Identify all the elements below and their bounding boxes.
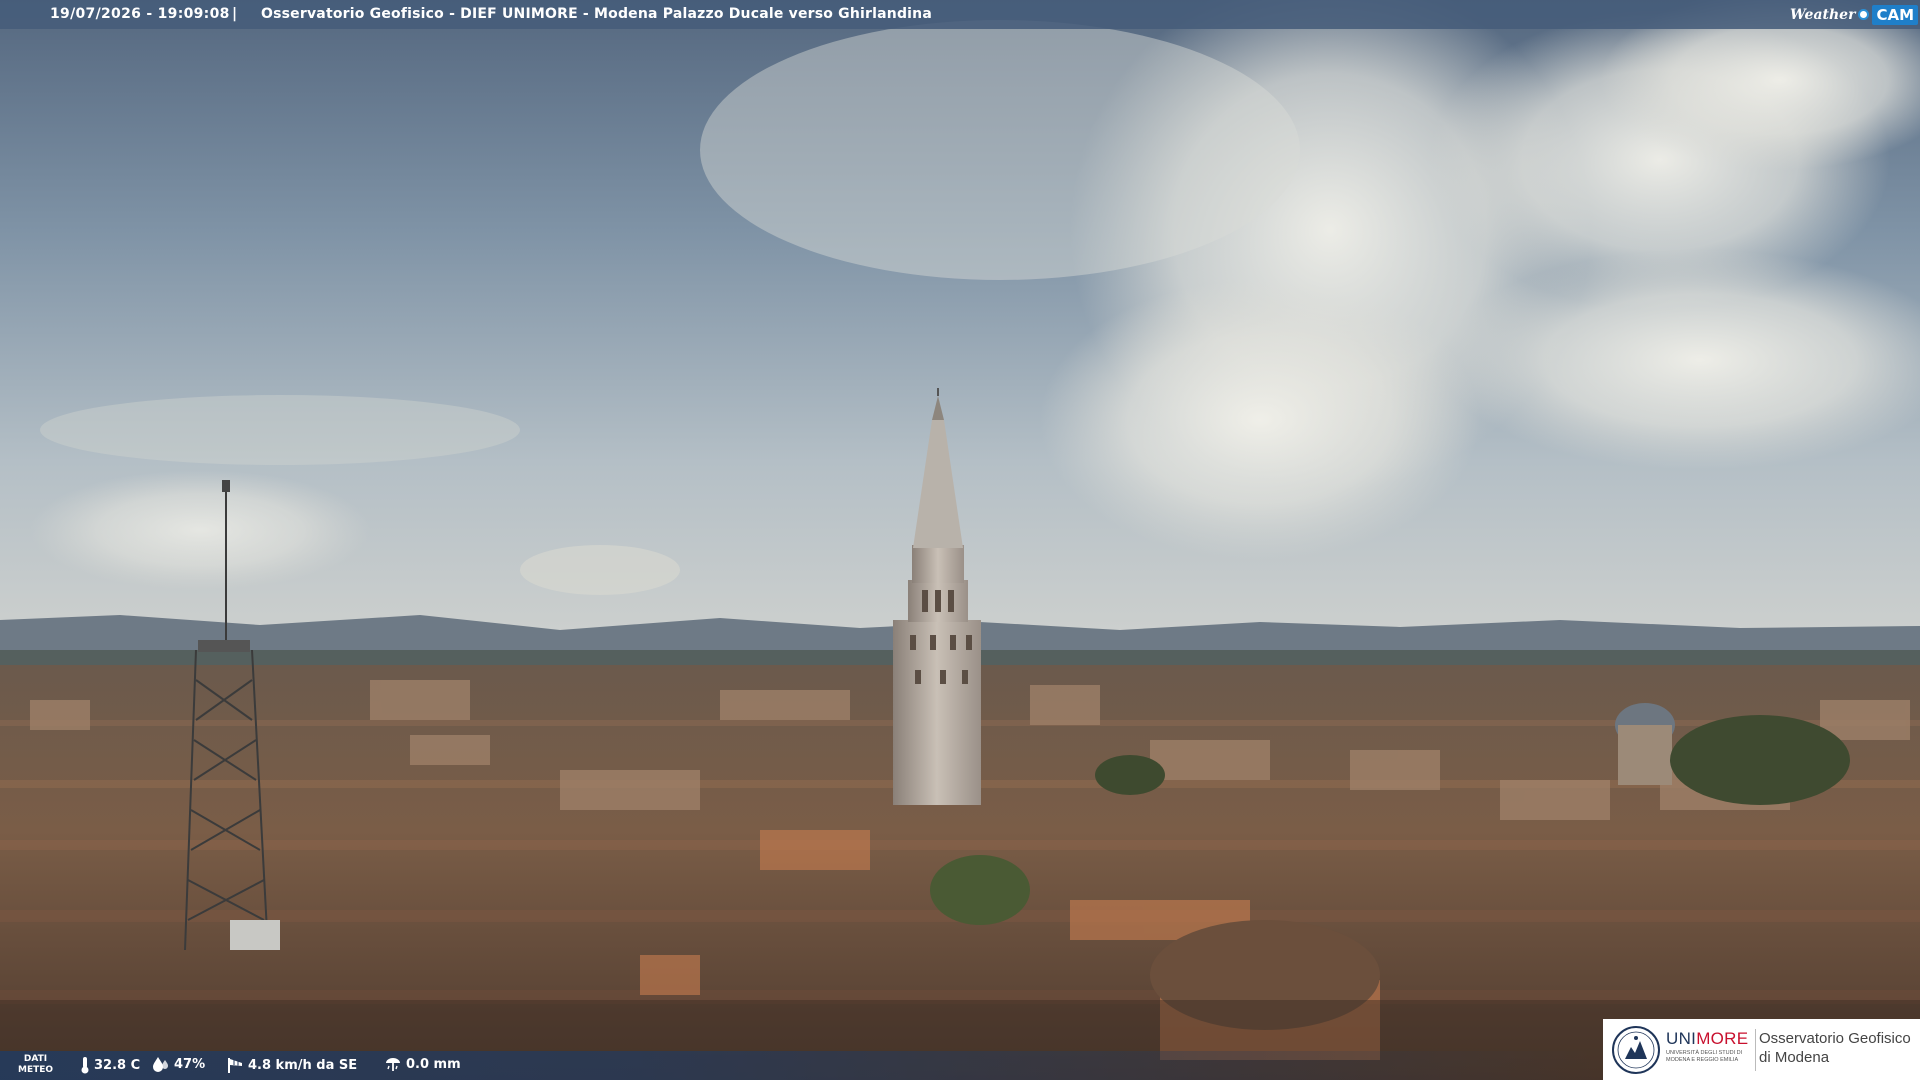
observatory-name: Osservatorio Geofisico di Modena (1759, 1029, 1911, 1067)
humidity-value: 47% (174, 1056, 206, 1072)
unimore-uni: UNI (1666, 1029, 1697, 1048)
unimore-subtitle: UNIVERSITÀ DEGLI STUDI DI MODENA E REGGI… (1666, 1050, 1742, 1064)
rain-value: 0.0 mm (406, 1056, 461, 1072)
thermometer-icon (81, 1057, 89, 1074)
temperature-reading: 32.8 C (80, 1056, 140, 1074)
wind-value: 4.8 km/h da SE (248, 1057, 358, 1073)
observatory-name-line2: di Modena (1759, 1049, 1830, 1066)
city-skyline-view (0, 0, 1920, 1080)
unimore-subtitle-line1: UNIVERSITÀ DEGLI STUDI DI (1666, 1050, 1743, 1056)
university-seal-icon (1612, 1026, 1660, 1074)
unimore-logo: UNIMORE UNIVERSITÀ DEGLI STUDI DI MODENA… (1603, 1019, 1920, 1080)
humidity-reading: 47% (152, 1056, 205, 1072)
weather-data-bar: DATI METEO 32.8 C 47% 4.8 km/h da SE 0.0… (0, 1051, 1600, 1080)
rain-gauge-icon (386, 1058, 400, 1071)
weather-data-label-line2: METEO (18, 1065, 54, 1075)
timestamp: 19/07/2026 - 19:09:08 (50, 6, 230, 22)
weathercam-logo: Weather CAM (1790, 2, 1918, 27)
rain-reading: 0.0 mm (384, 1056, 461, 1072)
unimore-subtitle-line2: MODENA E REGGIO EMILIA (1666, 1057, 1739, 1063)
wind-reading: 4.8 km/h da SE (226, 1056, 357, 1074)
unimore-more: MORE (1696, 1029, 1749, 1048)
weathercam-cam-badge: CAM (1872, 4, 1918, 25)
webcam-image (0, 0, 1920, 1080)
observatory-name-line1: Osservatorio Geofisico (1759, 1030, 1911, 1047)
weathercam-dot-icon (1858, 9, 1870, 20)
humidity-drop-icon (153, 1057, 168, 1072)
unimore-wordmark: UNIMORE (1666, 1029, 1748, 1049)
logo-divider (1755, 1029, 1756, 1071)
separator: | (232, 6, 238, 22)
temperature-value: 32.8 C (94, 1057, 141, 1073)
weather-data-label: DATI METEO (18, 1054, 53, 1076)
weathercam-logo-text: Weather (1789, 6, 1856, 23)
camera-info-bar: 19/07/2026 - 19:09:08 | Osservatorio Geo… (0, 0, 1920, 29)
weather-data-label-line1: DATI (23, 1054, 48, 1064)
camera-caption: Osservatorio Geofisico - DIEF UNIMORE - … (261, 6, 932, 22)
wind-sock-icon (228, 1058, 242, 1073)
